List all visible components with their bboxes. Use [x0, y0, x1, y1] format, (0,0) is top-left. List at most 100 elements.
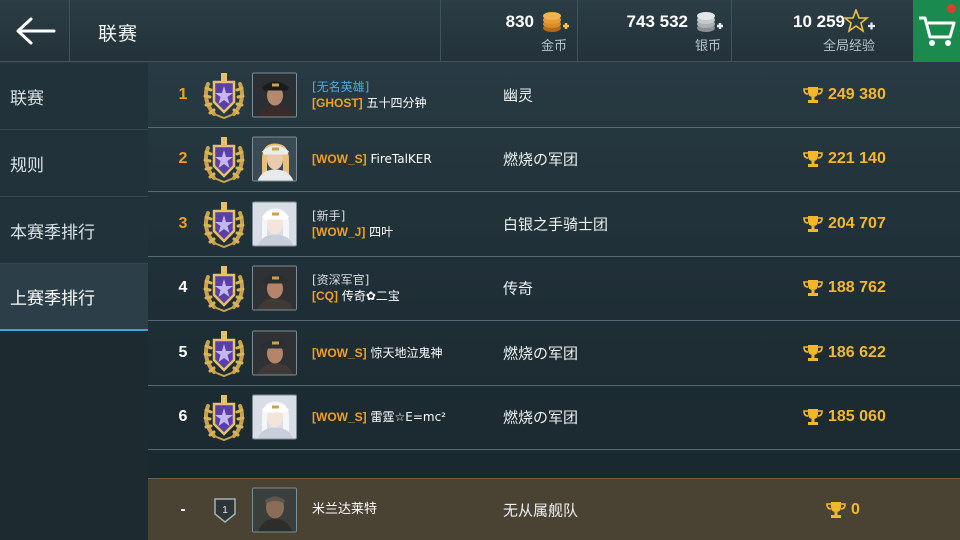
league-laurel-badge-icon	[203, 395, 245, 442]
my-rank: -	[180, 500, 186, 518]
trophy-icon	[803, 151, 823, 168]
sidebar-item-current-season-ranking[interactable]: 本赛季排行	[0, 197, 148, 264]
sidebar-item-league[interactable]: 联赛	[0, 63, 148, 130]
player-name-block: [资深军官] [CQ] 传奇✿二宝	[312, 272, 400, 304]
gold-label: 金币	[540, 39, 567, 54]
rank-number: 4	[178, 279, 188, 297]
clan-tag: [WOW_S]	[312, 410, 367, 425]
cart-icon	[918, 16, 955, 46]
xp-value: 10 259	[793, 12, 845, 31]
star-xp-icon	[844, 9, 875, 33]
clan-tag: [WOW_S]	[312, 152, 367, 167]
score: 185 060	[803, 408, 886, 426]
team-name: 燃烧の军团	[503, 408, 579, 427]
table-row[interactable]: 1 [无名英雄] [GHOST] 五十四分钟 幽灵 249 380	[148, 63, 960, 128]
sidebar-item-last-season-ranking[interactable]: 上赛季排行	[0, 264, 148, 331]
player-avatar[interactable]	[252, 136, 297, 182]
player-title: [资深军官]	[312, 273, 370, 288]
silver-coins-icon	[697, 12, 723, 32]
league-laurel-badge-icon	[203, 72, 245, 119]
score-value: 185 060	[828, 408, 886, 426]
player-name-block: [WOW_S] 惊天地泣鬼神	[312, 345, 443, 361]
league-laurel-badge-icon	[203, 137, 245, 184]
team-name: 燃烧の军团	[503, 150, 579, 169]
notification-dot	[947, 4, 956, 13]
table-row[interactable]: 2 [WOW_S] FireTalKER 燃烧の军团 221 140	[148, 128, 960, 192]
score: 204 707	[803, 215, 886, 233]
my-avatar	[252, 487, 297, 532]
arrow-left-icon	[16, 17, 55, 45]
silver-value: 743 532	[626, 12, 688, 31]
ranking-list[interactable]: 1 [无名英雄] [GHOST] 五十四分钟 幽灵 249 380 2 [WOW…	[148, 63, 960, 453]
badge-level-text: 1	[222, 505, 228, 516]
player-avatar[interactable]	[252, 201, 297, 247]
player-avatar[interactable]	[252, 394, 297, 440]
sidebar-item-label: 上赛季排行	[10, 289, 95, 309]
gold-value: 830	[505, 12, 534, 31]
team-name: 白银之手骑士团	[503, 215, 609, 234]
clan-tag: [WOW_J]	[312, 224, 366, 239]
silver-currency[interactable]: 743 532 银币	[577, 0, 731, 62]
page-title: 联赛	[98, 23, 139, 45]
table-row[interactable]: 6 [WOW_S] 雷霆☆E=mc² 燃烧の军团 185 060	[148, 386, 960, 450]
xp-currency[interactable]: 10 259 全局经验	[731, 0, 913, 62]
sidebar: 联赛 规则 本赛季排行 上赛季排行	[0, 63, 148, 540]
trophy-icon	[826, 501, 846, 518]
player-name: 四叶	[369, 224, 394, 239]
sidebar-item-label: 联赛	[10, 88, 44, 109]
team-name: 幽灵	[503, 86, 534, 105]
shop-cart-button[interactable]	[913, 0, 960, 62]
player-avatar[interactable]	[252, 72, 297, 118]
clan-tag: [CQ]	[312, 289, 338, 304]
player-name-block: [无名英雄] [GHOST] 五十四分钟	[312, 79, 427, 111]
rank-level-badge-icon: 1	[214, 497, 236, 523]
player-avatar[interactable]	[252, 265, 297, 311]
table-row[interactable]: 4 [资深军官] [CQ] 传奇✿二宝 传奇 188 762	[148, 257, 960, 321]
sidebar-item-label: 本赛季排行	[10, 222, 95, 243]
league-laurel-badge-icon	[203, 266, 245, 313]
score: 188 762	[803, 279, 886, 297]
trophy-icon	[803, 86, 823, 103]
score: 221 140	[803, 150, 886, 168]
player-name-block: [新手] [WOW_J] 四叶	[312, 208, 393, 240]
silver-label: 银币	[694, 39, 721, 54]
league-laurel-badge-icon	[203, 330, 245, 377]
rank-number: 3	[178, 214, 188, 232]
player-name-block: [WOW_S] 雷霆☆E=mc²	[312, 409, 446, 425]
trophy-icon	[803, 280, 823, 297]
my-player-name: 米兰达莱特	[312, 501, 378, 517]
score-value: 186 622	[828, 343, 886, 361]
clan-tag: [GHOST]	[312, 95, 363, 110]
player-name-block: [WOW_S] FireTalKER	[312, 151, 432, 167]
trophy-icon	[803, 215, 823, 232]
sidebar-item-label: 规则	[10, 155, 44, 176]
top-bar: 联赛 830 金币 743 532 银币 10 259 全局经验	[0, 0, 960, 62]
my-score: 0	[826, 501, 860, 519]
player-avatar[interactable]	[252, 330, 297, 376]
gold-currency[interactable]: 830 金币	[440, 0, 577, 62]
score-value: 249 380	[828, 85, 886, 103]
my-score-value: 0	[851, 500, 860, 518]
player-title: [新手]	[312, 208, 346, 223]
sidebar-item-rules[interactable]: 规则	[0, 130, 148, 197]
clan-tag: [WOW_S]	[312, 345, 367, 360]
score-value: 188 762	[828, 279, 886, 297]
my-team: 无从属舰队	[503, 501, 579, 519]
player-name: FireTalKER	[370, 152, 432, 167]
rank-number: 6	[178, 408, 188, 426]
table-row[interactable]: 3 [新手] [WOW_J] 四叶 白银之手骑士团 204 707	[148, 192, 960, 257]
player-title: [无名英雄]	[312, 79, 370, 94]
my-ranking-row[interactable]: - 1 米兰达莱特 无从属舰队 0	[148, 478, 960, 540]
table-row[interactable]: 5 [WOW_S] 惊天地泣鬼神 燃烧の军团 186 622	[148, 321, 960, 386]
score: 186 622	[803, 344, 886, 362]
player-name: 惊天地泣鬼神	[370, 345, 443, 360]
player-name: 五十四分钟	[366, 95, 427, 110]
xp-label: 全局经验	[822, 39, 875, 54]
score-value: 221 140	[828, 150, 886, 168]
back-button[interactable]	[0, 0, 70, 62]
trophy-icon	[803, 344, 823, 361]
team-name: 燃烧の军团	[503, 344, 579, 363]
score: 249 380	[803, 86, 886, 104]
rank-number: 2	[178, 150, 188, 168]
rank-number: 5	[178, 343, 188, 361]
